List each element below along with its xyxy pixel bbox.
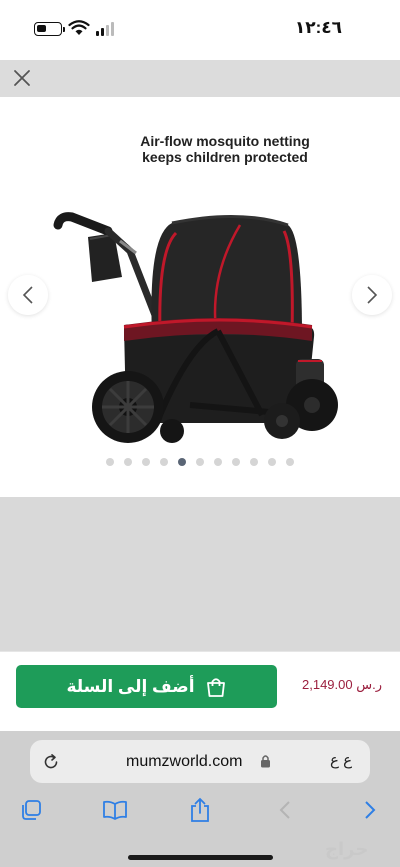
share-icon xyxy=(191,797,209,822)
pagination-dot[interactable] xyxy=(106,458,114,466)
forward-button[interactable] xyxy=(355,795,385,825)
content-placeholder-area xyxy=(0,497,400,651)
pagination-dot[interactable] xyxy=(250,458,258,466)
bookmarks-button[interactable] xyxy=(100,795,130,825)
add-to-cart-button[interactable]: أضف إلى السلة xyxy=(16,665,277,708)
address-bar[interactable]: mumzworld.com ع ع xyxy=(30,740,370,783)
chevron-left-icon xyxy=(279,801,290,819)
shopping-bag-icon xyxy=(206,677,225,697)
lock-icon xyxy=(261,755,270,768)
pagination-dot[interactable] xyxy=(286,458,294,466)
product-image-gallery[interactable]: Air-flow mosquito netting keeps children… xyxy=(0,97,400,497)
chevron-right-icon xyxy=(367,286,378,304)
add-to-cart-label: أضف إلى السلة xyxy=(66,676,195,696)
watermark: حراج xyxy=(325,839,369,859)
signal-bar xyxy=(96,31,99,36)
signal-bar xyxy=(111,22,114,36)
pagination-dot[interactable] xyxy=(178,458,186,466)
pagination-dot[interactable] xyxy=(124,458,132,466)
close-icon xyxy=(14,70,30,86)
pagination-dot[interactable] xyxy=(142,458,150,466)
reload-button[interactable] xyxy=(40,751,62,773)
pagination-dot[interactable] xyxy=(214,458,222,466)
pagination-dot[interactable] xyxy=(196,458,204,466)
next-image-button[interactable] xyxy=(352,275,392,315)
browser-toolbar: mumzworld.com ع ع حراج xyxy=(0,731,400,867)
cellular-signal-icon xyxy=(96,22,114,36)
url-text: mumzworld.com xyxy=(126,753,243,770)
reload-icon xyxy=(44,754,58,769)
browser-bottom-toolbar xyxy=(0,789,400,829)
gallery-pagination-dots xyxy=(0,458,400,466)
battery-level xyxy=(37,25,46,32)
status-time: ١٢:٤٦ xyxy=(294,18,342,37)
previous-image-button[interactable] xyxy=(8,275,48,315)
book-icon xyxy=(103,800,127,820)
home-indicator xyxy=(128,855,273,860)
share-button[interactable] xyxy=(185,795,215,825)
pagination-dot[interactable] xyxy=(268,458,276,466)
signal-bar xyxy=(106,25,109,36)
signal-bar xyxy=(101,28,104,36)
close-button[interactable] xyxy=(8,64,36,92)
wifi-icon xyxy=(68,20,90,35)
tabs-icon xyxy=(22,800,41,820)
stroller-wagon-image xyxy=(53,212,338,443)
battery-icon xyxy=(34,22,65,36)
pagination-dot[interactable] xyxy=(160,458,168,466)
status-bar: ١٢:٤٦ xyxy=(0,0,400,60)
product-price: 2,149.00 ر.س xyxy=(302,677,382,692)
text-size-button[interactable]: ع ع xyxy=(330,751,352,769)
modal-header xyxy=(0,60,400,97)
back-button[interactable] xyxy=(270,795,300,825)
image-caption-line1: Air-flow mosquito netting xyxy=(140,133,310,149)
add-to-cart-bar: أضف إلى السلة 2,149.00 ر.س xyxy=(0,651,400,731)
chevron-right-icon xyxy=(365,801,376,819)
pagination-dot[interactable] xyxy=(232,458,240,466)
chevron-left-icon xyxy=(22,286,33,304)
tabs-button[interactable] xyxy=(16,795,46,825)
